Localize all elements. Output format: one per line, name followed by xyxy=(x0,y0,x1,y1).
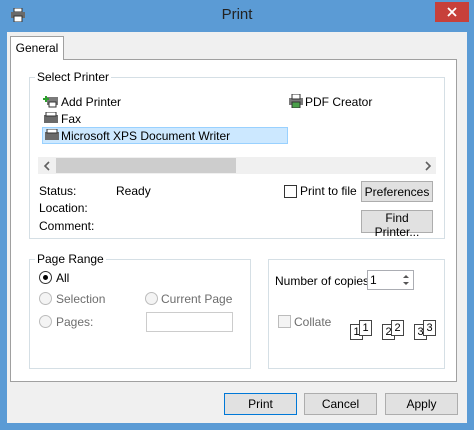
chevron-down-icon xyxy=(403,282,409,285)
tab-general[interactable]: General xyxy=(10,36,64,60)
printer-item-xps-writer[interactable]: Microsoft XPS Document Writer xyxy=(61,128,230,144)
add-printer-icon xyxy=(43,94,59,108)
scroll-left-icon[interactable] xyxy=(42,160,52,171)
pages-radio[interactable] xyxy=(39,315,52,328)
close-button[interactable] xyxy=(435,2,469,22)
status-value: Ready xyxy=(116,184,151,198)
current-page-radio[interactable] xyxy=(145,292,158,305)
printer-item-fax[interactable]: Fax xyxy=(61,111,81,127)
location-label: Location: xyxy=(39,201,88,215)
printer-icon xyxy=(44,128,60,142)
comment-label: Comment: xyxy=(39,219,95,233)
fax-printer-icon xyxy=(43,111,59,125)
stepper-arrows[interactable] xyxy=(399,271,413,289)
collate-page: 3 xyxy=(423,320,436,336)
select-printer-label: Select Printer xyxy=(35,70,112,84)
radio-selected-dot xyxy=(43,275,48,280)
chevron-up-icon xyxy=(403,275,409,278)
copies-label: Number of copies: xyxy=(275,274,373,288)
all-label[interactable]: All xyxy=(56,271,69,285)
status-label: Status: xyxy=(39,184,77,198)
close-icon xyxy=(447,7,457,17)
find-printer-button[interactable]: Find Printer... xyxy=(361,210,433,239)
print-button[interactable]: Print xyxy=(224,393,297,415)
window-title: Print xyxy=(221,6,253,23)
print-to-file-checkbox[interactable] xyxy=(284,185,297,198)
selection-radio[interactable] xyxy=(39,292,52,305)
collate-page: 2 xyxy=(391,320,404,336)
cancel-button[interactable]: Cancel xyxy=(304,393,377,415)
collate-illustration: 1 1 2 2 3 3 xyxy=(341,318,441,354)
page-range-label: Page Range xyxy=(35,252,106,266)
all-radio[interactable] xyxy=(39,271,52,284)
copies-value[interactable]: 1 xyxy=(370,273,377,287)
printer-item-add-printer[interactable]: Add Printer xyxy=(61,94,121,110)
pages-input[interactable] xyxy=(146,312,233,332)
pdf-printer-icon xyxy=(288,93,304,109)
apply-button[interactable]: Apply xyxy=(385,393,458,415)
scrollbar-thumb[interactable] xyxy=(56,158,236,173)
print-to-file-label[interactable]: Print to file xyxy=(300,184,357,198)
selection-label[interactable]: Selection xyxy=(56,292,105,306)
collate-page: 1 xyxy=(359,320,372,336)
collate-label[interactable]: Collate xyxy=(294,315,331,329)
current-page-label[interactable]: Current Page xyxy=(161,292,232,306)
pages-label[interactable]: Pages: xyxy=(56,315,93,329)
collate-checkbox[interactable] xyxy=(278,315,291,328)
printer-item-pdf-creator[interactable]: PDF Creator xyxy=(305,94,372,110)
scroll-right-icon[interactable] xyxy=(423,160,433,171)
preferences-button[interactable]: Preferences xyxy=(361,181,433,202)
